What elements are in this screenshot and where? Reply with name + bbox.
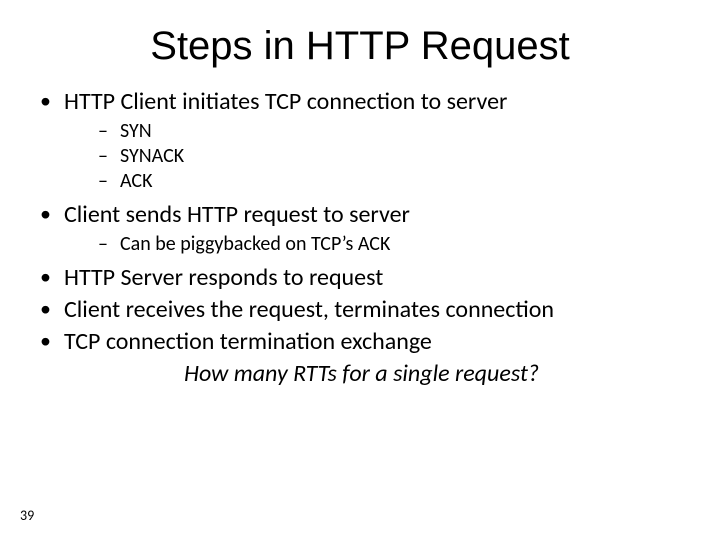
bullet-text: TCP connection termination exchange [64, 327, 432, 356]
sub-bullet-item: Can be piggybacked on TCP’s ACK [64, 232, 690, 257]
bullet-text: HTTP Server responds to request [64, 263, 383, 292]
bullet-item: TCP connection termination exchange [34, 327, 690, 357]
bullet-list: HTTP Client initiates TCP connection to … [34, 87, 690, 357]
slide-body: HTTP Client initiates TCP connection to … [0, 87, 720, 388]
sub-bullet-list: Can be piggybacked on TCP’s ACK [64, 232, 690, 257]
bullet-text: Client sends HTTP request to server [64, 200, 410, 229]
sub-bullet-text: SYN [120, 119, 152, 143]
sub-bullet-text: Can be piggybacked on TCP’s ACK [120, 232, 390, 256]
sub-bullet-item: SYNACK [64, 144, 690, 169]
sub-bullet-text: SYNACK [120, 144, 184, 168]
sub-bullet-list: SYN SYNACK ACK [64, 119, 690, 194]
bullet-text: HTTP Client initiates TCP connection to … [64, 87, 507, 116]
sub-bullet-text: ACK [120, 169, 152, 193]
bullet-item: HTTP Client initiates TCP connection to … [34, 87, 690, 194]
bullet-text: Client receives the request, terminates … [64, 295, 554, 324]
bullet-item: Client sends HTTP request to server Can … [34, 200, 690, 257]
slide-title: Steps in HTTP Request [0, 0, 720, 87]
slide: Steps in HTTP Request HTTP Client initia… [0, 0, 720, 540]
bullet-item: Client receives the request, terminates … [34, 295, 690, 325]
question-text: How many RTTs for a single request? [34, 359, 690, 388]
sub-bullet-item: ACK [64, 169, 690, 194]
sub-bullet-item: SYN [64, 119, 690, 144]
page-number: 39 [20, 507, 34, 524]
bullet-item: HTTP Server responds to request [34, 263, 690, 293]
